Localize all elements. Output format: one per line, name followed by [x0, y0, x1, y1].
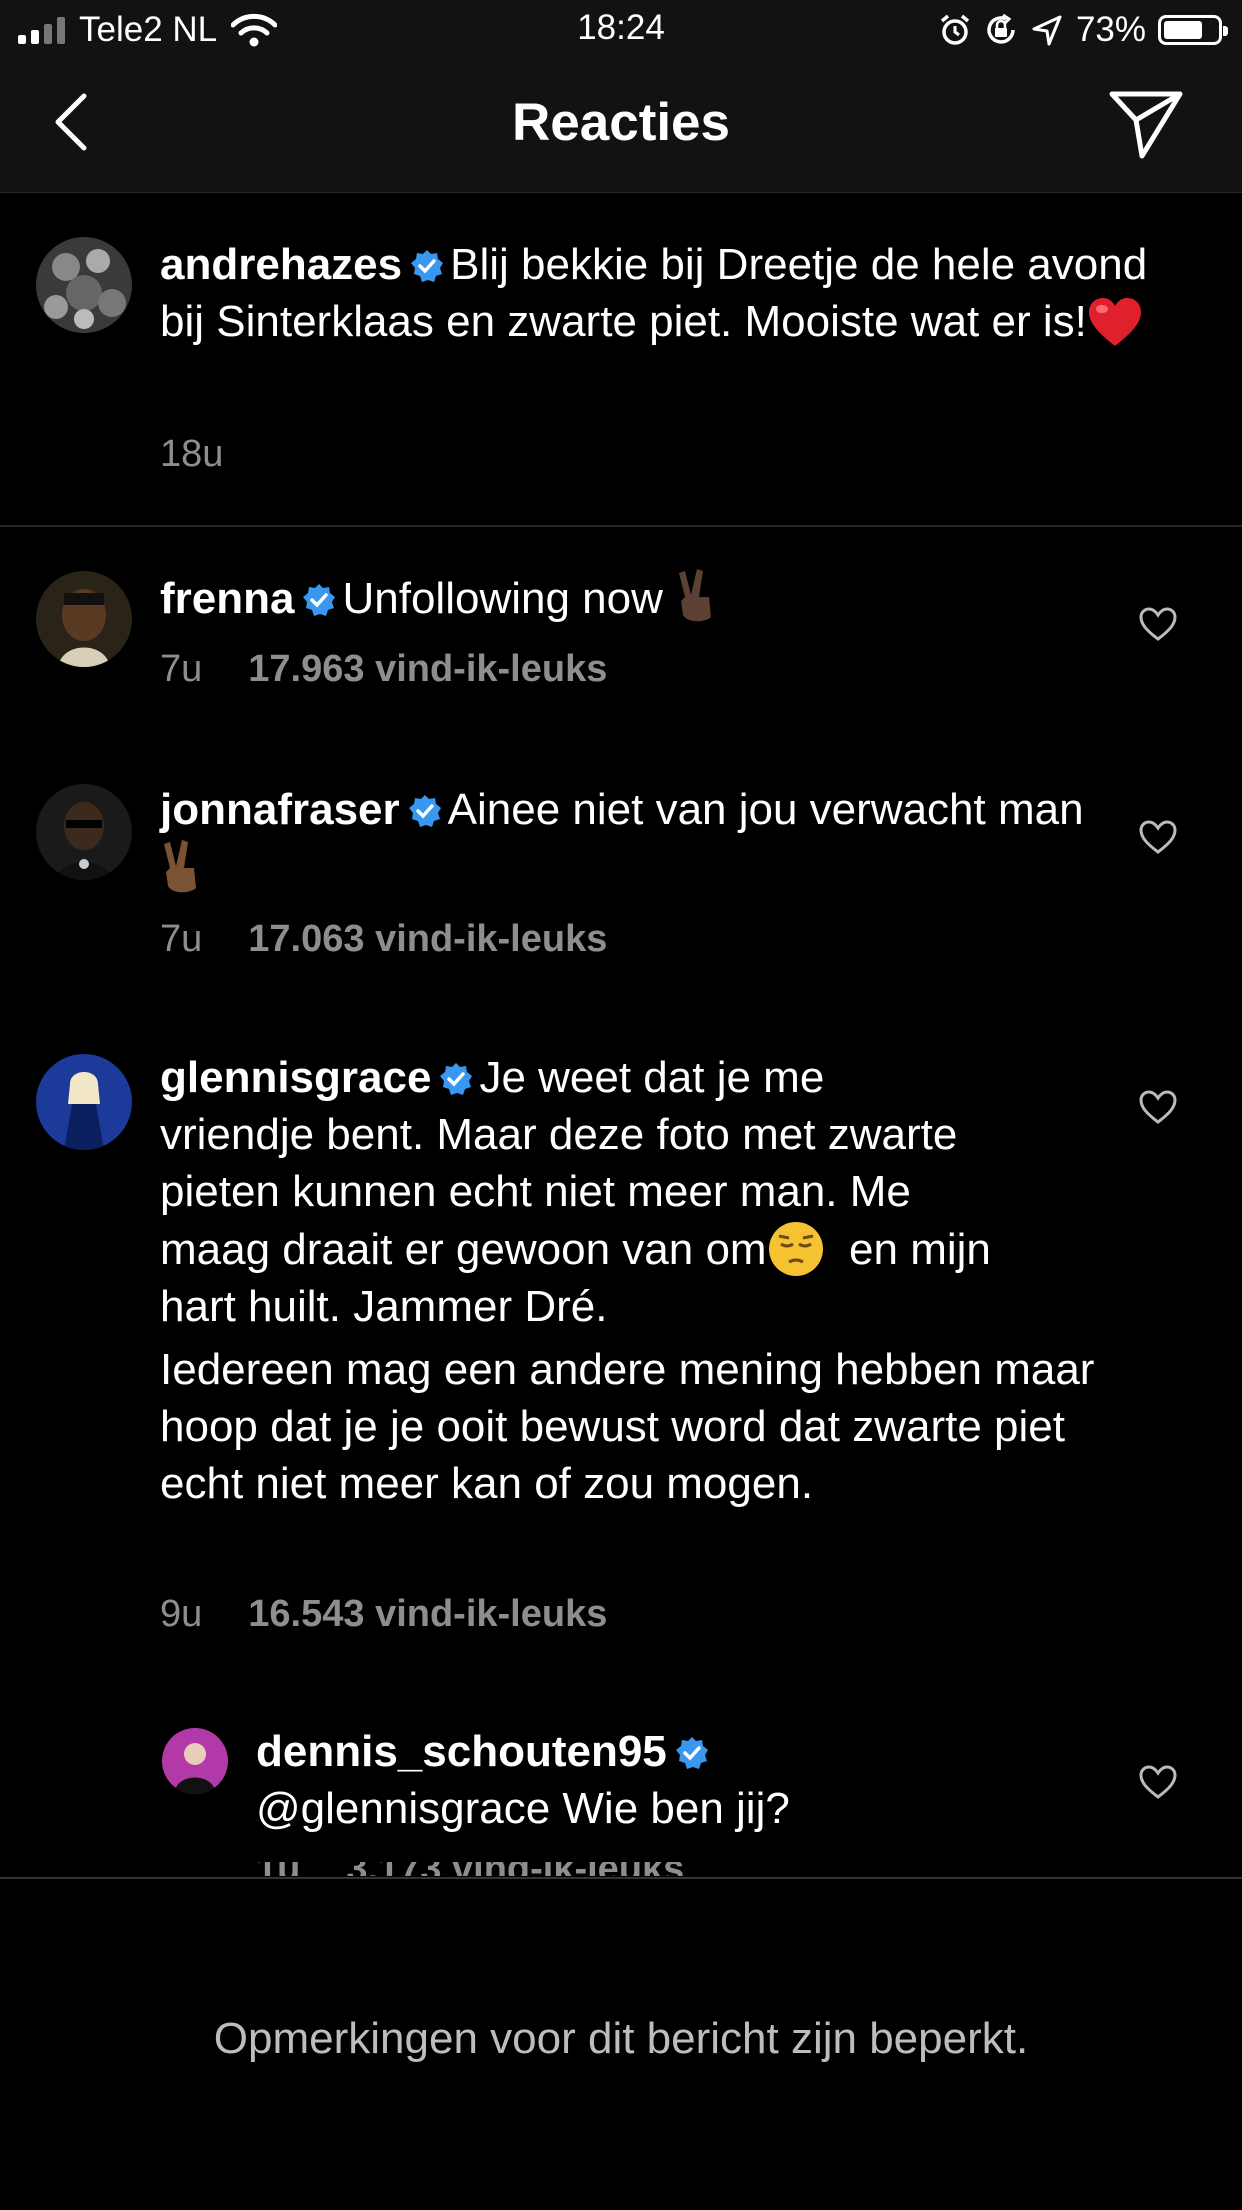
caption-meta: 18u: [160, 433, 223, 476]
comment-body: Unfollowing now: [342, 574, 663, 623]
comment-paragraph: Iedereen mag een andere mening hebben ma…: [160, 1345, 1095, 1508]
comment-meta: 9u 16.543 vind-ik-leuks: [160, 1593, 607, 1636]
battery-percent: 73%: [1075, 10, 1146, 49]
avatar-dennis_schouten95[interactable]: [162, 1728, 228, 1794]
rotation-lock-icon: [987, 13, 1015, 44]
location-icon: [1032, 15, 1062, 46]
verified-badge-icon: [411, 250, 444, 282]
avatar-andrehazes[interactable]: [36, 237, 132, 333]
like-heart-icon[interactable]: [1138, 1089, 1178, 1125]
caption-text: andrehazes Blij bekkie bij Dreetje de hel…: [160, 236, 1170, 350]
comment-meta: 7u 17.063 vind-ik-leuks: [160, 918, 607, 961]
like-heart-icon[interactable]: [1138, 1764, 1178, 1800]
status-bar: Tele2 NL 18:24 73%: [0, 0, 1242, 60]
verified-badge-icon: [303, 584, 336, 616]
comment-meta: 7u 17.963 vind-ik-leuks: [160, 648, 607, 691]
comment-line: maag draait er gewoon van om: [160, 1225, 767, 1274]
like-count[interactable]: 16.543 vind-ik-leuks: [248, 1593, 607, 1635]
comment-line: en mijn: [849, 1225, 991, 1274]
avatar-frenna[interactable]: [36, 571, 132, 667]
page-title: Reacties: [511, 93, 731, 152]
comment-text: jonnafraser Ainee niet van jou verwacht m…: [160, 781, 1120, 898]
verified-badge-icon: [675, 1737, 708, 1769]
victory-hand-emoji-icon: [679, 569, 712, 622]
timestamp: 7u: [160, 648, 203, 690]
victory-hand-emoji-icon: [164, 840, 196, 893]
like-heart-icon[interactable]: [1138, 819, 1178, 855]
status-right: 73%: [938, 8, 1228, 52]
avatar-jonnafraser[interactable]: [36, 784, 132, 880]
comment-text: frenna Unfollowing now: [160, 567, 1120, 627]
username[interactable]: glennisgrace: [160, 1053, 431, 1102]
post-caption: andrehazes Blij bekkie bij Dreetje de hel…: [0, 193, 1242, 527]
comment-line: Je weet dat je me: [479, 1053, 825, 1102]
like-count[interactable]: 17.963 vind-ik-leuks: [248, 648, 607, 690]
like-count[interactable]: 17.063 vind-ik-leuks: [248, 918, 607, 960]
comment-body: Ainee niet van jou verwacht man: [447, 785, 1084, 834]
timestamp: 1u: [256, 1862, 300, 1876]
reply-meta: 1u 3.173 vind-ik-leuks: [256, 1862, 684, 1876]
verified-badge-icon: [408, 795, 441, 827]
comment-text: glennisgrace Je weet dat je me vriendje b…: [160, 1049, 1160, 1512]
verified-badge-icon: [440, 1063, 473, 1095]
username[interactable]: jonnafraser: [160, 785, 400, 834]
timestamp: 18u: [160, 433, 224, 475]
avatar-glennisgrace[interactable]: [36, 1054, 132, 1150]
battery-icon: [1158, 15, 1228, 45]
comment-line: vriendje bent. Maar deze foto met zwarte: [160, 1110, 958, 1159]
comment-body: @glennisgrace Wie ben jij?: [256, 1784, 790, 1833]
username[interactable]: frenna: [160, 574, 294, 623]
comments-restricted-footer: Opmerkingen voor dit bericht zijn beperk…: [0, 1877, 1242, 2210]
like-count[interactable]: 3.173 vind-ik-leuks: [346, 1862, 684, 1876]
like-heart-icon[interactable]: [1138, 606, 1178, 642]
footer-message: Opmerkingen voor dit bericht zijn beperk…: [213, 2014, 1029, 2063]
pensive-face-emoji-icon: [768, 1222, 823, 1276]
username[interactable]: andrehazes: [160, 240, 402, 289]
username[interactable]: dennis_schouten95: [256, 1727, 667, 1776]
send-icon[interactable]: [1108, 88, 1184, 160]
reply-text: dennis_schouten95 @glennisgrace Wie ben …: [256, 1723, 1136, 1837]
comment-line: pieten kunnen echt niet meer man. Me: [160, 1167, 911, 1216]
red-heart-emoji-icon: [1088, 298, 1141, 346]
timestamp: 9u: [160, 1593, 203, 1635]
alarm-icon: [940, 14, 970, 45]
comment-line: hart huilt. Jammer Dré.: [160, 1282, 608, 1331]
timestamp: 7u: [160, 918, 203, 960]
nav-header: Reacties: [0, 60, 1242, 193]
